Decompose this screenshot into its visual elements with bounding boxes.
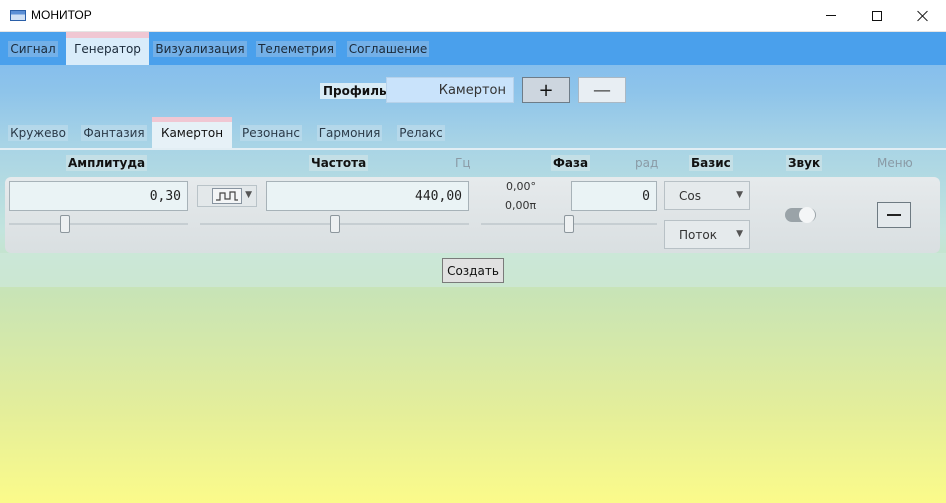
chevron-down-icon: ▼: [736, 229, 743, 239]
amplitude-header: Амплитуда: [66, 155, 148, 171]
menu-header: Меню: [877, 156, 913, 170]
tab-label: Резонанс: [240, 124, 302, 141]
remove-profile-button[interactable]: —: [578, 77, 626, 103]
add-profile-button[interactable]: +: [522, 77, 570, 103]
phase-input[interactable]: 0: [571, 181, 657, 211]
basis-select-value: Cos: [679, 188, 701, 203]
tab-label: Телеметрия: [256, 40, 336, 57]
tab-signal[interactable]: Сигнал: [7, 32, 59, 65]
profile-label: Профиль: [320, 83, 390, 99]
profile-field[interactable]: Камертон: [386, 77, 514, 103]
sound-header: Звук: [786, 155, 823, 171]
frequency-unit: Гц: [455, 156, 471, 170]
close-icon: [917, 10, 929, 22]
toggle-knob: [799, 207, 815, 223]
chevron-down-icon: ▼: [736, 190, 743, 200]
phase-header: Фаза: [551, 155, 591, 171]
window-title: МОНИТОР: [31, 8, 92, 22]
tab-label: Камертон: [160, 125, 224, 140]
waveform-select[interactable]: ▼: [197, 185, 257, 207]
tab-label: Релакс: [397, 124, 445, 141]
maximize-icon: [872, 10, 882, 21]
tab-preset-rezonans[interactable]: Резонанс: [240, 117, 302, 148]
phase-pi: 0,00π: [505, 199, 537, 212]
phase-unit: рад: [635, 156, 659, 170]
close-button[interactable]: [900, 0, 946, 31]
amplitude-slider-track: [9, 223, 188, 225]
waveform-icon: [212, 188, 242, 204]
phase-slider[interactable]: [564, 215, 574, 233]
basis-header: Базис: [689, 155, 733, 171]
create-button[interactable]: Создать: [442, 258, 504, 283]
main-tab-strip: Сигнал Генератор Визуализация Телеметрия…: [0, 32, 946, 65]
mode-select[interactable]: Поток ▼: [664, 220, 750, 249]
tab-preset-kruzhevo[interactable]: Кружево: [8, 117, 68, 148]
minimize-button[interactable]: [808, 0, 854, 31]
amplitude-input[interactable]: 0,30: [9, 181, 188, 211]
tab-preset-kamerton[interactable]: Камертон: [152, 117, 232, 148]
chevron-down-icon: ▼: [245, 190, 252, 200]
tab-preset-fantaziya[interactable]: Фантазия: [81, 117, 147, 148]
tab-label: Визуализация: [153, 40, 247, 57]
basis-select[interactable]: Cos ▼: [664, 181, 750, 210]
tab-telemetry[interactable]: Телеметрия: [256, 32, 336, 65]
tab-preset-garmoniya[interactable]: Гармония: [316, 117, 383, 148]
tab-generator[interactable]: Генератор: [66, 32, 149, 65]
tab-visualization[interactable]: Визуализация: [153, 32, 247, 65]
preset-tab-divider: [0, 148, 946, 150]
amplitude-slider[interactable]: [59, 215, 70, 233]
minimize-icon: [826, 15, 836, 16]
frequency-slider[interactable]: [329, 215, 340, 233]
frequency-header: Частота: [309, 155, 369, 171]
tab-label: Сигнал: [8, 40, 58, 57]
app-icon: [10, 10, 26, 21]
minus-icon: [887, 214, 901, 216]
phase-degrees: 0,00°: [506, 180, 536, 193]
tab-label: Кружево: [8, 124, 68, 141]
tab-label: Фантазия: [81, 124, 147, 141]
maximize-button[interactable]: [854, 0, 900, 31]
title-bar: МОНИТОР: [0, 0, 946, 32]
tab-label: Гармония: [316, 124, 383, 141]
frequency-input[interactable]: 440,00: [266, 181, 469, 211]
tab-preset-relaks[interactable]: Релакс: [397, 117, 445, 148]
sound-toggle[interactable]: [785, 207, 816, 223]
tab-label: Соглашение: [346, 40, 430, 57]
tab-agreement[interactable]: Соглашение: [346, 32, 430, 65]
tab-label: Генератор: [74, 41, 141, 56]
mode-select-value: Поток: [679, 227, 717, 242]
menu-button[interactable]: [877, 202, 911, 228]
